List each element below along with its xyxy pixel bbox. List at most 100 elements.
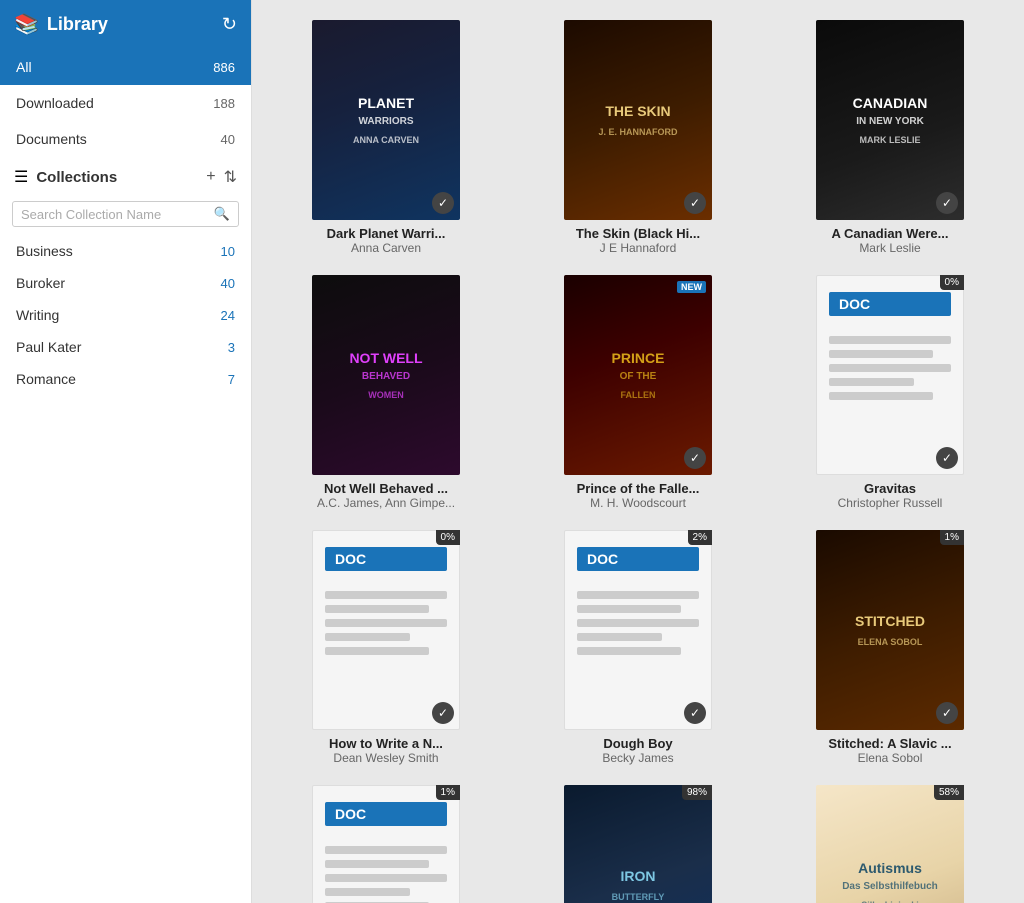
book-card-gravitas[interactable]: DOC 0%✓GravitasChristopher Russell	[772, 275, 1008, 510]
main-content: PLANETWARRIORSANNA CARVEN✓Dark Planet Wa…	[252, 0, 1024, 903]
book-card-not-well-behaved[interactable]: NOT WELL BEHAVED WOMEN Not Well Behaved ...…	[268, 275, 504, 510]
collection-item-business[interactable]: Business10	[0, 235, 251, 267]
book-cover-image: NOT WELL BEHAVED WOMEN	[312, 275, 460, 475]
doc-line	[325, 633, 410, 641]
book-cover-wrap: IRONBUTTERFLY98%	[564, 785, 712, 903]
sidebar-nav-documents[interactable]: Documents40	[0, 121, 251, 157]
doc-line	[325, 874, 447, 882]
percent-badge: 58%	[934, 785, 964, 800]
collection-count: 40	[221, 276, 235, 291]
book-author: Christopher Russell	[838, 496, 943, 510]
book-title: Dough Boy	[603, 736, 672, 751]
doc-cover: DOC	[816, 275, 964, 475]
book-card-canadian[interactable]: CANADIANIN NEW YORKMARK LESLIE✓A Canadia…	[772, 20, 1008, 255]
doc-lines	[325, 846, 447, 903]
collection-count: 7	[228, 372, 235, 387]
doc-cover: DOC	[312, 785, 460, 903]
doc-line	[325, 591, 447, 599]
collection-label: Buroker	[16, 275, 65, 291]
add-collection-button[interactable]: +	[206, 168, 215, 186]
book-card-dough-boy[interactable]: DOC 2%✓Dough BoyBecky James	[520, 530, 756, 765]
cover-text: MARK LESLIE	[859, 135, 920, 145]
book-title: Not Well Behaved ...	[324, 481, 448, 496]
doc-lines	[325, 591, 447, 655]
cover-text: Autismus	[858, 860, 922, 877]
collection-item-paul-kater[interactable]: Paul Kater 3	[0, 331, 251, 363]
book-card-iron-butterfly[interactable]: IRONBUTTERFLY98%Iron Butterfly	[520, 785, 756, 903]
nav-count: 188	[213, 96, 235, 111]
book-cover-wrap: NOT WELL BEHAVED WOMEN	[312, 275, 460, 475]
doc-badge: DOC	[325, 547, 447, 571]
doc-line	[325, 846, 447, 854]
book-card-skin-black[interactable]: THE SKINJ. E. HANNAFORD✓The Skin (Black …	[520, 20, 756, 255]
cover-text: ELENA SOBOL	[858, 637, 923, 647]
collection-item-writing[interactable]: Writing24	[0, 299, 251, 331]
book-card-dark-planet[interactable]: PLANETWARRIORSANNA CARVEN✓Dark Planet Wa…	[268, 20, 504, 255]
cover-text: IN NEW YORK	[856, 116, 924, 127]
nav-label: Downloaded	[16, 95, 94, 111]
search-collection-input[interactable]	[21, 207, 214, 222]
sidebar-header: 📚 Library ↻	[0, 0, 251, 49]
book-cover-wrap: THE SKINJ. E. HANNAFORD✓	[564, 20, 712, 220]
doc-cover: DOC	[312, 530, 460, 730]
cover-text: J. E. HANNAFORD	[598, 127, 677, 137]
doc-badge: DOC	[577, 547, 699, 571]
book-card-autismus[interactable]: AutismusDas SelbsthilfebuchSilke Lipinsk…	[772, 785, 1008, 903]
book-card-prince-fallen[interactable]: PRINCEOF THEFALLENNEW✓Prince of the Fall…	[520, 275, 756, 510]
percent-badge: 1%	[940, 530, 964, 545]
nav-label: All	[16, 59, 32, 75]
cover-text: PRINCE	[612, 350, 665, 367]
book-cover-wrap: PLANETWARRIORSANNA CARVEN✓	[312, 20, 460, 220]
cover-text: WARRIORS	[359, 116, 414, 127]
book-cover-image: IRONBUTTERFLY	[564, 785, 712, 903]
collection-item-buroker[interactable]: Buroker 40	[0, 267, 251, 299]
collections-label: Collections	[36, 169, 198, 186]
book-cover-wrap: AutismusDas SelbsthilfebuchSilke Lipinsk…	[816, 785, 964, 903]
collections-menu-icon: ☰	[14, 167, 28, 187]
doc-line	[829, 350, 933, 358]
collection-count: 3	[228, 340, 235, 355]
book-card-doc-bottom-left[interactable]: DOC 1%...	[268, 785, 504, 903]
sidebar-nav-all[interactable]: All886	[0, 49, 251, 85]
book-author: Dean Wesley Smith	[333, 751, 438, 765]
book-card-stitched[interactable]: STITCHEDELENA SOBOL1%✓Stitched: A Slavic…	[772, 530, 1008, 765]
sidebar-nav-downloaded[interactable]: Downloaded 188	[0, 85, 251, 121]
doc-line	[325, 860, 429, 868]
cover-text: IRON	[621, 868, 656, 885]
collection-label: Business	[16, 243, 73, 259]
book-cover-image: PRINCEOF THEFALLEN	[564, 275, 712, 475]
book-author: M. H. Woodscourt	[590, 496, 686, 510]
check-badge: ✓	[684, 447, 706, 469]
refresh-icon[interactable]: ↻	[222, 14, 237, 35]
check-badge: ✓	[936, 702, 958, 724]
doc-line	[829, 378, 914, 386]
cover-text: NOT WELL	[349, 350, 422, 367]
book-cover-image: AutismusDas SelbsthilfebuchSilke Lipinsk…	[816, 785, 964, 903]
nav-label: Documents	[16, 131, 87, 147]
book-author: Mark Leslie	[859, 241, 920, 255]
doc-line	[577, 605, 681, 613]
check-badge: ✓	[936, 447, 958, 469]
check-badge: ✓	[936, 192, 958, 214]
book-cover-wrap: DOC 0%✓	[312, 530, 460, 730]
collection-item-romance[interactable]: Romance7	[0, 363, 251, 395]
book-cover-wrap: DOC 1%	[312, 785, 460, 903]
collection-label: Paul Kater	[16, 339, 81, 355]
doc-badge: DOC	[325, 802, 447, 826]
search-collection-container: 🔍	[12, 201, 239, 227]
nav-items: All886 Downloaded 188 Documents40	[0, 49, 251, 157]
cover-text: ANNA CARVEN	[353, 135, 419, 145]
cover-text: Das Selbsthilfebuch	[842, 881, 938, 892]
collection-list: Business10 Buroker 40 Writing24 Paul Kater 3 R…	[0, 235, 251, 395]
collection-count: 24	[221, 308, 235, 323]
book-cover-image: STITCHEDELENA SOBOL	[816, 530, 964, 730]
percent-badge: 1%	[436, 785, 460, 800]
sort-collection-button[interactable]: ⇅	[224, 167, 237, 187]
book-author: Elena Sobol	[858, 751, 923, 765]
cover-text: WOMEN	[368, 390, 404, 400]
book-cover-image: PLANETWARRIORSANNA CARVEN	[312, 20, 460, 220]
doc-line	[325, 619, 447, 627]
book-card-how-to-write[interactable]: DOC 0%✓How to Write a N...Dean Wesley Sm…	[268, 530, 504, 765]
doc-line	[829, 336, 951, 344]
cover-text: BEHAVED	[362, 371, 410, 382]
